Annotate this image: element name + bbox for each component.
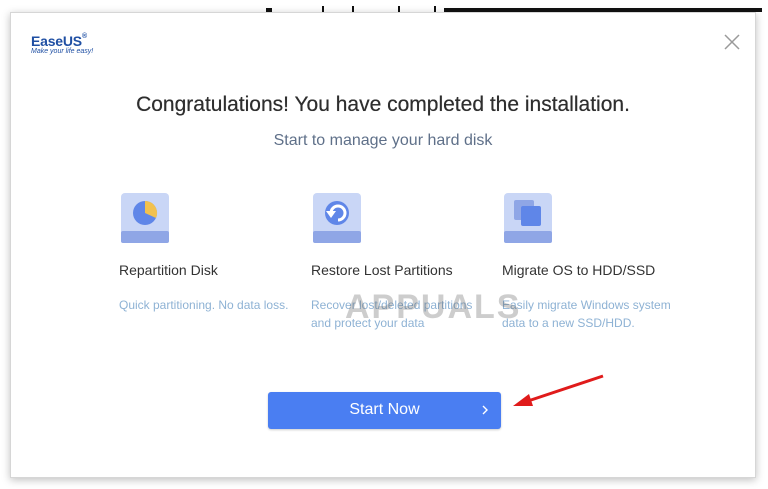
completion-subheading: Start to manage your hard disk (273, 132, 493, 149)
logo-name: EaseUS (31, 33, 82, 49)
migrate-os-icon (504, 193, 552, 243)
feature-restore-partitions: Restore Lost Partitions Recover lost/del… (311, 191, 491, 332)
completion-heading: Congratulations! You have completed the … (136, 93, 630, 116)
start-now-button[interactable]: Start Now (268, 392, 501, 429)
pie-chart-disk-icon (121, 193, 169, 243)
logo-tagline: Make your life easy! (31, 48, 94, 55)
feature-title: Restore Lost Partitions (311, 262, 453, 278)
feature-description: Recover lost/deleted partitions and prot… (311, 298, 473, 330)
feature-migrate-os: Migrate OS to HDD/SSD Easily migrate Win… (502, 191, 682, 332)
red-arrow-annotation (513, 374, 604, 406)
feature-title: Repartition Disk (119, 262, 218, 278)
close-icon (724, 34, 740, 50)
chevron-right-icon (482, 405, 488, 415)
start-now-label: Start Now (349, 401, 420, 418)
feature-description: Quick partitioning. No data loss. (119, 298, 289, 312)
feature-description: Easily migrate Windows system data to a … (502, 298, 671, 330)
logo-registered: ® (81, 33, 87, 40)
feature-title: Migrate OS to HDD/SSD (502, 262, 656, 278)
restore-disk-icon (313, 193, 361, 243)
feature-repartition-disk: Repartition Disk Quick partitioning. No … (119, 191, 299, 314)
easeus-logo: EaseUS® Make your life easy! (31, 33, 93, 55)
close-button[interactable] (723, 33, 741, 51)
background-desktop-strip (0, 0, 768, 12)
installer-dialog: EaseUS® Make your life easy! Congratulat… (10, 12, 756, 478)
